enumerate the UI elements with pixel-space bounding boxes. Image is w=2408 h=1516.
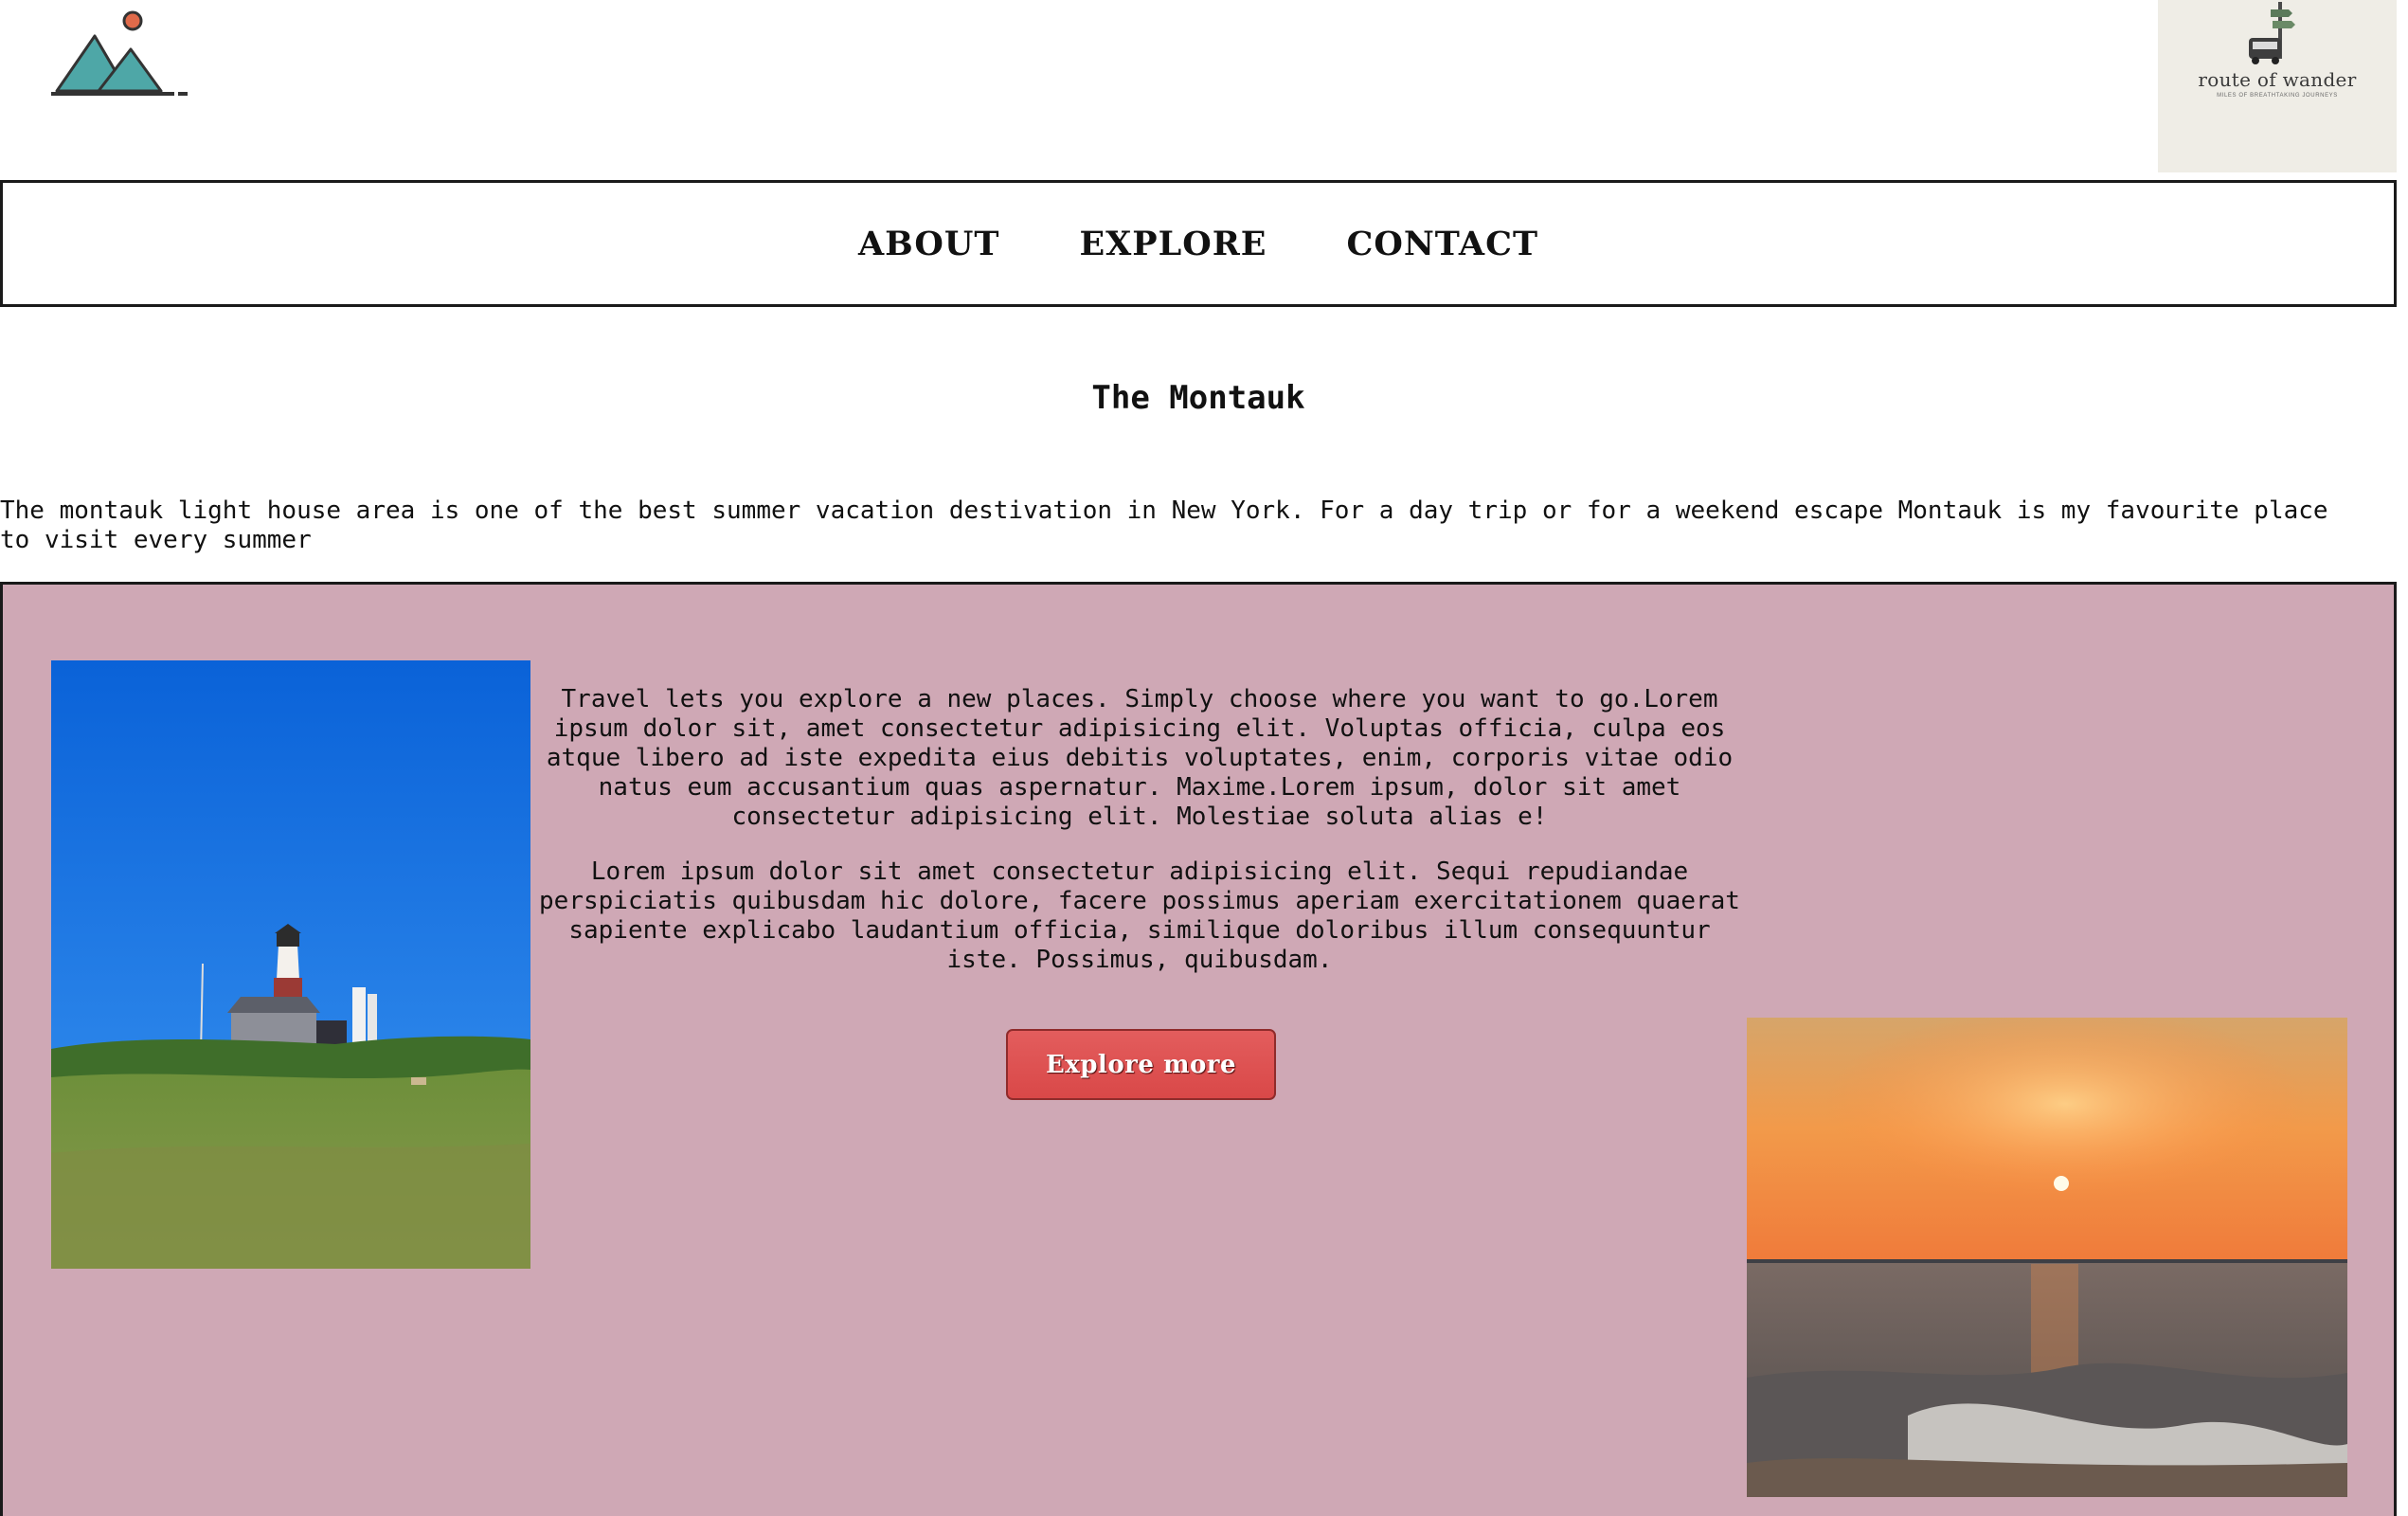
intro-paragraph: The montauk light house area is one of t…	[0, 496, 2328, 554]
nav-contact-link[interactable]: CONTACT	[1346, 225, 1538, 263]
page-title: The Montauk	[1091, 379, 1305, 417]
feature-text: Travel lets you explore a new places. Si…	[533, 685, 1746, 1001]
signpost-car-icon	[2249, 2, 2295, 64]
mountains-sun-icon[interactable]	[49, 9, 191, 99]
page: route of wander MILES OF BREATHTAKING JO…	[0, 0, 2408, 1516]
explore-more-button[interactable]: Explore more	[1006, 1029, 1276, 1100]
lighthouse-photo	[51, 660, 530, 1269]
brand-card[interactable]: route of wander MILES OF BREATHTAKING JO…	[2158, 0, 2397, 172]
nav-about-link[interactable]: ABOUT	[858, 225, 999, 263]
main-nav: ABOUT EXPLORE CONTACT	[0, 180, 2397, 307]
feature-paragraph-1: Travel lets you explore a new places. Si…	[546, 685, 1734, 831]
feature-paragraph-2: Lorem ipsum dolor sit amet consectetur a…	[539, 857, 1740, 974]
brand-name: route of wander	[2198, 68, 2357, 91]
sunset-ocean-photo	[1747, 1018, 2347, 1497]
feature-section: Travel lets you explore a new places. Si…	[0, 582, 2397, 1516]
nav-explore-link[interactable]: EXPLORE	[1079, 225, 1267, 263]
brand-tagline: MILES OF BREATHTAKING JOURNEYS	[2217, 93, 2338, 99]
